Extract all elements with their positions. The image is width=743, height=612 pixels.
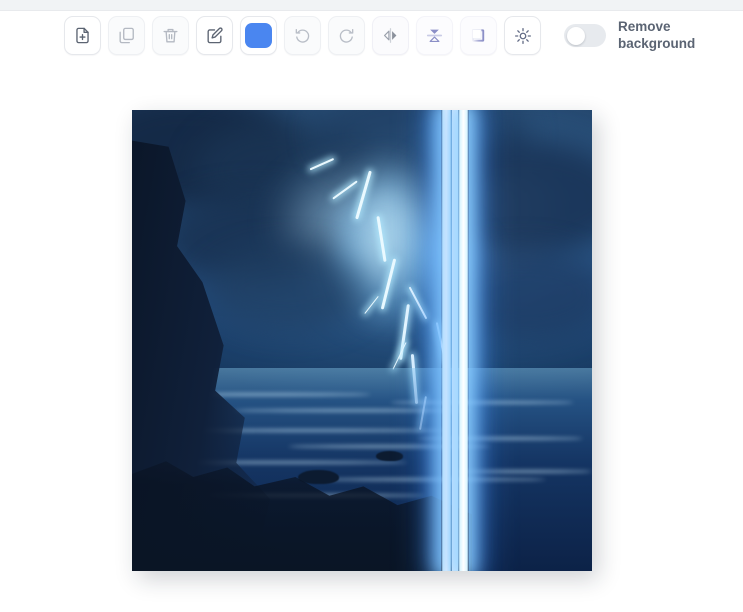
remove-background-control: Remove background <box>564 19 696 52</box>
flip-horizontal-button[interactable] <box>372 16 409 55</box>
image-preview[interactable] <box>132 110 592 571</box>
brightness-button[interactable] <box>504 16 541 55</box>
flip-horizontal-icon <box>383 28 397 43</box>
redo-icon <box>339 28 354 43</box>
file-plus-icon <box>76 27 89 44</box>
remove-background-label-line1: Remove <box>618 19 671 35</box>
undo-button[interactable] <box>284 16 321 55</box>
undo-icon <box>295 28 310 43</box>
crop-frame-icon <box>471 29 485 42</box>
crop-button[interactable] <box>460 16 497 55</box>
pencil-square-icon <box>207 27 223 44</box>
color-swatch-icon <box>245 23 272 48</box>
remove-background-label: Remove background <box>618 19 696 52</box>
flip-vertical-button[interactable] <box>416 16 453 55</box>
split-beam-right <box>458 110 469 571</box>
rock-islet <box>375 451 404 462</box>
remove-background-label-line2: background <box>618 35 696 51</box>
artwork-render <box>132 110 592 571</box>
duplicate-button[interactable] <box>108 16 145 55</box>
toggle-knob <box>567 26 585 45</box>
trash-icon <box>163 28 178 43</box>
editor-toolbar: Remove background <box>64 16 696 55</box>
redo-button[interactable] <box>328 16 365 55</box>
window-top-strip <box>0 0 743 11</box>
delete-button[interactable] <box>152 16 189 55</box>
edit-button[interactable] <box>196 16 233 55</box>
color-swatch-button[interactable] <box>240 16 277 55</box>
brightness-sun-icon <box>514 27 531 44</box>
remove-background-toggle[interactable] <box>564 24 606 47</box>
split-beam-left <box>441 110 452 571</box>
copy-icon <box>119 27 134 44</box>
flip-vertical-icon <box>426 29 443 43</box>
add-file-button[interactable] <box>64 16 101 55</box>
